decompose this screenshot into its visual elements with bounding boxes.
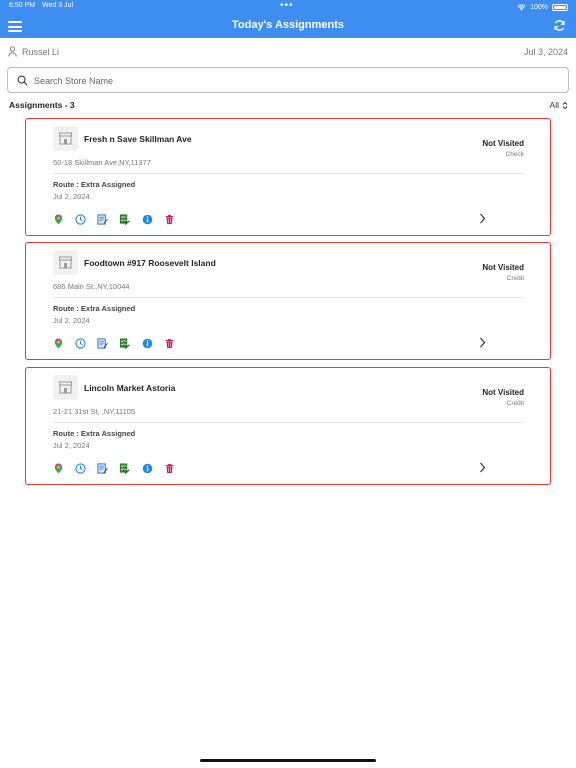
assignment-card[interactable]: Fresh n Save Skillman Ave Not Visited Ch… — [25, 118, 551, 236]
visit-status: Not Visited — [482, 388, 524, 397]
multitasking-dots[interactable]: ••• — [280, 0, 294, 11]
clock-icon[interactable] — [75, 338, 86, 349]
chevron-right-icon[interactable] — [479, 462, 486, 473]
assignments-count: Assignments - 3 — [9, 100, 75, 110]
info-icon[interactable] — [142, 338, 153, 349]
delete-icon[interactable] — [164, 463, 175, 474]
battery-icon — [552, 3, 568, 11]
divider — [53, 422, 524, 423]
notes-icon[interactable] — [97, 338, 108, 349]
filter-value: All — [549, 100, 559, 110]
route-label: Route : Extra Assigned — [53, 304, 136, 313]
wifi-icon — [517, 4, 526, 10]
store-name: Lincoln Market Astoria — [84, 383, 176, 393]
divider — [53, 297, 524, 298]
store-address: 686 Main St.,NY,10044 — [53, 282, 130, 291]
store-name: Fresh n Save Skillman Ave — [84, 134, 192, 144]
delete-icon[interactable] — [164, 338, 175, 349]
app-header: 6:50 PM Wed 3 Jul ••• 100% Today's Assig… — [0, 0, 576, 38]
visit-status: Not Visited — [482, 139, 524, 148]
search-input[interactable] — [34, 72, 554, 89]
notes-icon[interactable] — [97, 463, 108, 474]
clock-icon[interactable] — [75, 214, 86, 225]
page-title: Today's Assignments — [231, 19, 345, 31]
assignments-header: Assignments - 3 All — [9, 100, 568, 112]
delete-icon[interactable] — [164, 214, 175, 225]
status-right: 100% — [517, 2, 568, 12]
status-date: Wed 3 Jul — [42, 2, 73, 9]
store-address: 50-18 Skillman Ave,NY,11377 — [53, 158, 151, 167]
store-address: 21-21 31st St, ,NY,11105 — [53, 407, 136, 416]
payment-type: Credit — [506, 400, 524, 407]
checklist-icon[interactable] — [119, 338, 130, 349]
battery-percent: 100% — [530, 3, 548, 11]
map-pin-icon[interactable] — [53, 463, 64, 474]
map-pin-icon[interactable] — [53, 338, 64, 349]
payment-type: Check — [505, 151, 524, 158]
assignment-card[interactable]: Lincoln Market Astoria Not Visited Credi… — [25, 367, 551, 485]
chevron-right-icon[interactable] — [479, 337, 486, 348]
assignment-date: Jul 2, 2024 — [53, 316, 90, 325]
route-label: Route : Extra Assigned — [53, 180, 136, 189]
assignment-card[interactable]: Foodtown #917 Roosevelt Island Not Visit… — [25, 242, 551, 360]
payment-type: Credit — [506, 275, 524, 282]
search-box[interactable] — [7, 67, 569, 93]
store-icon — [53, 126, 78, 151]
notes-icon[interactable] — [97, 214, 108, 225]
home-indicator[interactable] — [200, 759, 376, 762]
current-date: Jul 3, 2024 — [523, 47, 568, 57]
store-name: Foodtown #917 Roosevelt Island — [84, 258, 216, 268]
search-icon — [17, 75, 28, 86]
checklist-icon[interactable] — [119, 214, 130, 225]
info-icon[interactable] — [142, 214, 153, 225]
divider — [53, 173, 524, 174]
visit-status: Not Visited — [482, 263, 524, 272]
clock-icon[interactable] — [75, 463, 86, 474]
user-icon — [8, 46, 17, 57]
store-icon — [53, 250, 78, 275]
checklist-icon[interactable] — [119, 463, 130, 474]
chevron-right-icon[interactable] — [479, 213, 486, 224]
map-pin-icon[interactable] — [53, 214, 64, 225]
store-icon — [53, 375, 78, 400]
chevron-up-down-icon — [562, 101, 568, 109]
status-time: 6:50 PM — [9, 2, 36, 9]
info-icon[interactable] — [142, 463, 153, 474]
user-row: Russel Li Jul 3, 2024 — [8, 46, 568, 60]
refresh-icon[interactable] — [553, 19, 566, 32]
route-label: Route : Extra Assigned — [53, 429, 136, 438]
user-name: Russel Li — [22, 47, 60, 57]
assignment-date: Jul 2, 2024 — [53, 192, 90, 201]
assignment-date: Jul 2, 2024 — [53, 441, 90, 450]
filter-select[interactable]: All — [550, 100, 568, 110]
